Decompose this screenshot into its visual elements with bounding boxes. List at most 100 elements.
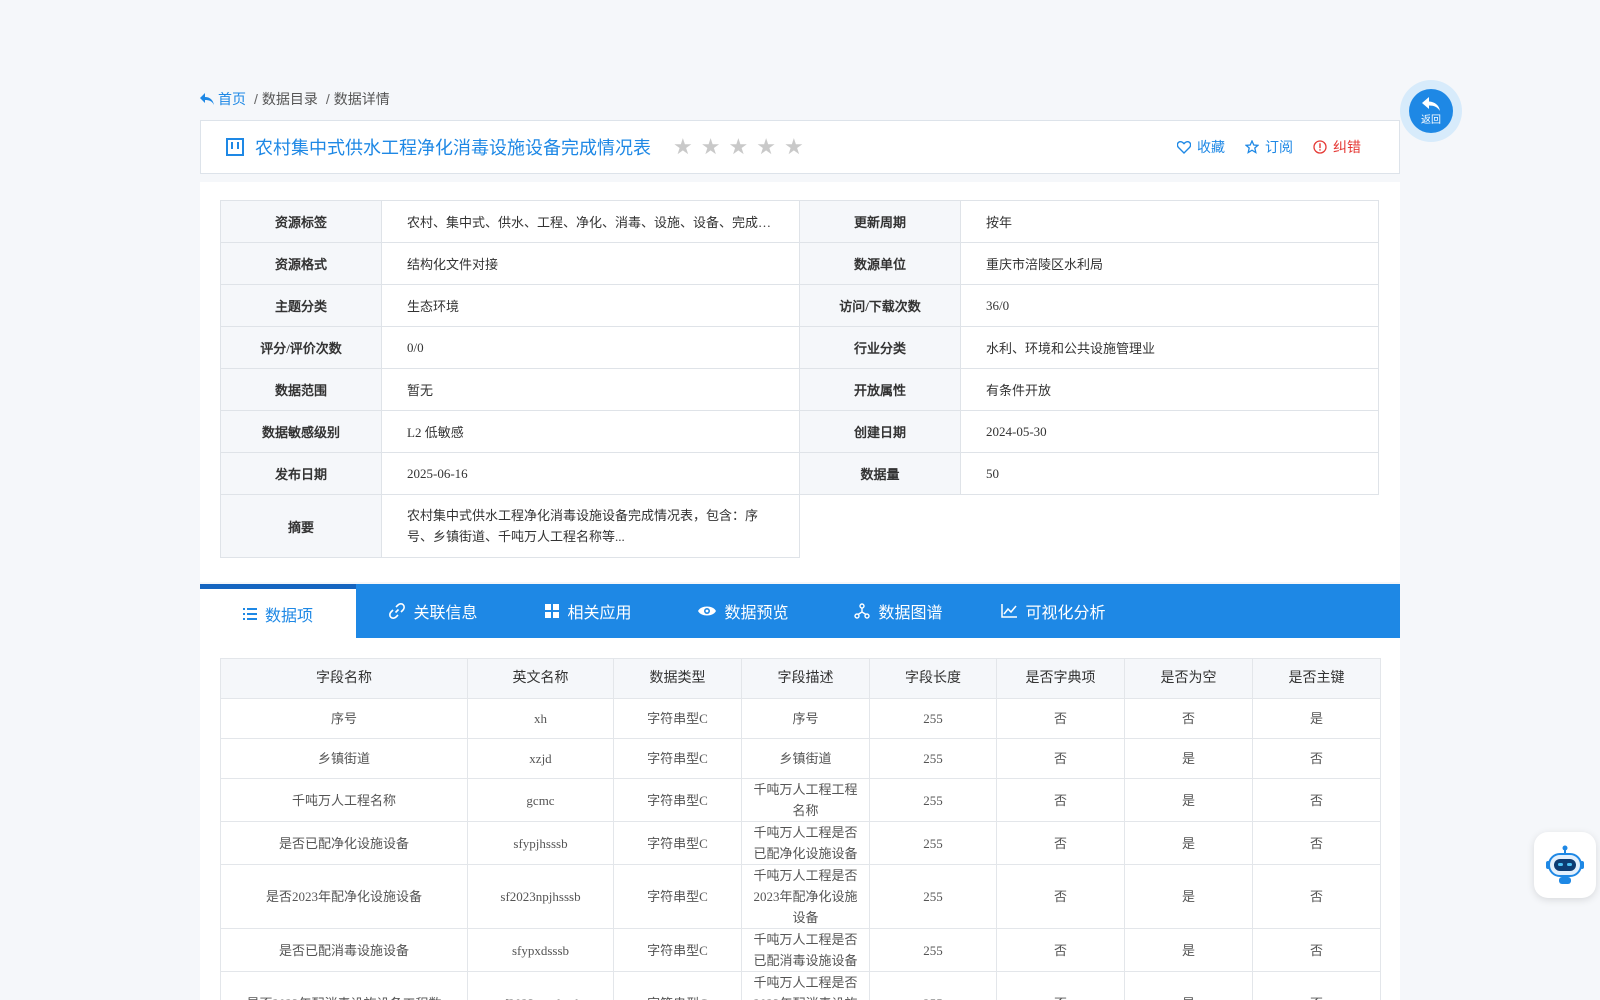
header-actions: 收藏 订阅 纠错	[1177, 121, 1399, 173]
back-button-inner: 返回	[1409, 89, 1453, 133]
alert-circle-icon	[1313, 140, 1327, 154]
star-icon[interactable]: ★	[701, 136, 721, 158]
table-cell: 否	[1252, 864, 1381, 929]
table-cell: 千吨万人工程是否2023年配消毒设施设备	[741, 971, 870, 1000]
tab-visual-analysis[interactable]: 可视化分析	[976, 584, 1131, 638]
table-cell: 乡镇街道	[220, 738, 468, 779]
info-label: 资源格式	[220, 242, 382, 285]
table-cell: 否	[1252, 738, 1381, 779]
table-row: 是否已配净化设施设备 sfypjhsssb 字符串型C 千吨万人工程是否已配净化设施设…	[220, 821, 1381, 865]
breadcrumb-item-catalog[interactable]: 数据目录	[262, 89, 318, 109]
tab-data-items[interactable]: 数据项	[200, 584, 356, 638]
table-cell: 千吨万人工程是否已配净化设施设备	[741, 821, 870, 865]
rating-stars[interactable]: ★ ★ ★ ★ ★	[673, 136, 804, 158]
tab-label: 数据项	[264, 607, 313, 625]
info-label: 评分/评价次数	[220, 326, 382, 369]
table-row: 是否2023年配净化设施设备 sf2023npjhsssb 字符串型C 千吨万人工程是…	[220, 864, 1381, 929]
tab-related-apps[interactable]: 相关应用	[511, 584, 666, 638]
table-cell: 字符串型C	[613, 821, 742, 865]
assistant-robot-button[interactable]	[1534, 832, 1596, 898]
tab-label: 关联信息	[413, 605, 478, 622]
tab-data-graph[interactable]: 数据图谱	[821, 584, 976, 638]
info-value: 暂无	[381, 368, 800, 411]
info-row: 资源标签 农村、集中式、供水、工程、净化、消毒、设施、设备、完成、情况 更新周期 按年	[220, 200, 1379, 243]
report-error-label: 纠错	[1333, 139, 1361, 155]
info-label: 创建日期	[799, 410, 961, 453]
reply-icon	[200, 93, 214, 105]
table-cell: 否	[1124, 698, 1253, 739]
info-row: 数据敏感级别 L2 低敏感 创建日期 2024-05-30	[220, 410, 1379, 453]
title-bar: 农村集中式供水工程净化消毒设施设备完成情况表 ★ ★ ★ ★ ★ 收藏 订阅 纠…	[200, 120, 1400, 174]
star-icon[interactable]: ★	[728, 136, 748, 158]
table-cell: 否	[996, 821, 1125, 865]
info-value: 36/0	[960, 284, 1379, 327]
heart-icon	[1177, 140, 1191, 154]
back-button[interactable]: 返回	[1400, 80, 1462, 142]
table-cell: 255	[869, 864, 997, 929]
tab-label: 数据预览	[724, 605, 789, 622]
info-value: 有条件开放	[960, 368, 1379, 411]
info-value: 按年	[960, 200, 1379, 243]
info-table: 资源标签 农村、集中式、供水、工程、净化、消毒、设施、设备、完成、情况 更新周期 按年…	[220, 200, 1379, 558]
breadcrumb-home[interactable]: 首页	[200, 89, 246, 109]
table-cell: 是	[1124, 928, 1253, 972]
table-cell: sfypjhsssb	[467, 821, 614, 865]
table-cell: 否	[996, 928, 1125, 972]
table-cell: 否	[1252, 778, 1381, 822]
table-cell: 255	[869, 928, 997, 972]
star-icon[interactable]: ★	[673, 136, 693, 158]
column-header: 是否为空	[1124, 658, 1253, 699]
table-cell: 字符串型C	[613, 864, 742, 929]
info-label: 访问/下载次数	[799, 284, 961, 327]
table-cell: 千吨万人工程是否2023年配净化设施设备	[741, 864, 870, 929]
table-cell: 字符串型C	[613, 928, 742, 972]
table-cell: 是否已配消毒设施设备	[220, 928, 468, 972]
table-cell: 千吨万人工程工程名称	[741, 778, 870, 822]
table-cell: 否	[1252, 821, 1381, 865]
table-cell: 否	[1252, 971, 1381, 1000]
back-button-label: 返回	[1421, 114, 1441, 126]
info-value: 重庆市涪陵区水利局	[960, 242, 1379, 285]
info-label: 数据范围	[220, 368, 382, 411]
table-cell: 255	[869, 698, 997, 739]
star-icon[interactable]: ★	[784, 136, 804, 158]
info-row-summary: 摘要 农村集中式供水工程净化消毒设施设备完成情况表，包含：序号、乡镇街道、千吨万人…	[220, 494, 1379, 558]
table-cell: sfypxdsssb	[467, 928, 614, 972]
table-cell: 是否已配净化设施设备	[220, 821, 468, 865]
column-header: 英文名称	[467, 658, 614, 699]
favorite-button[interactable]: 收藏	[1177, 137, 1225, 157]
eye-icon	[698, 606, 717, 616]
info-value: 生态环境	[381, 284, 800, 327]
breadcrumb: 首页 / 数据目录 / 数据详情	[200, 89, 390, 109]
table-cell: xh	[467, 698, 614, 739]
table-cell: 千吨万人工程名称	[220, 778, 468, 822]
breadcrumb-item-detail[interactable]: 数据详情	[334, 89, 390, 109]
table-cell: 乡镇街道	[741, 738, 870, 779]
subscribe-button[interactable]: 订阅	[1245, 137, 1293, 157]
favorite-label: 收藏	[1197, 139, 1225, 155]
table-cell: 是否2023年配净化设施设备	[220, 864, 468, 929]
star-icon[interactable]: ★	[756, 136, 776, 158]
info-label: 摘要	[220, 494, 382, 558]
tab-label: 数据图谱	[878, 605, 943, 622]
tab-label: 可视化分析	[1025, 605, 1106, 622]
info-label: 主题分类	[220, 284, 382, 327]
list-icon	[242, 607, 257, 620]
report-error-button[interactable]: 纠错	[1313, 137, 1361, 157]
info-value: 水利、环境和公共设施管理业	[960, 326, 1379, 369]
link-icon	[389, 603, 406, 619]
tab-data-preview[interactable]: 数据预览	[666, 584, 821, 638]
column-header: 是否字典项	[996, 658, 1125, 699]
table-cell: 否	[996, 738, 1125, 779]
table-cell: sf2023npjhsssb	[467, 864, 614, 929]
info-row: 发布日期 2025-06-16 数据量 50	[220, 452, 1379, 495]
tab-bar: 数据项 关联信息 相关应用 数据预览 数据图谱 可视化分析	[200, 584, 1400, 638]
tab-related-info[interactable]: 关联信息	[356, 584, 511, 638]
info-value: 0/0	[381, 326, 800, 369]
table-cell: 255	[869, 778, 997, 822]
column-header: 是否主键	[1252, 658, 1381, 699]
table-cell: 序号	[220, 698, 468, 739]
table-cell: 字符串型C	[613, 698, 742, 739]
table-cell: gcmc	[467, 778, 614, 822]
breadcrumb-separator: /	[254, 91, 258, 107]
